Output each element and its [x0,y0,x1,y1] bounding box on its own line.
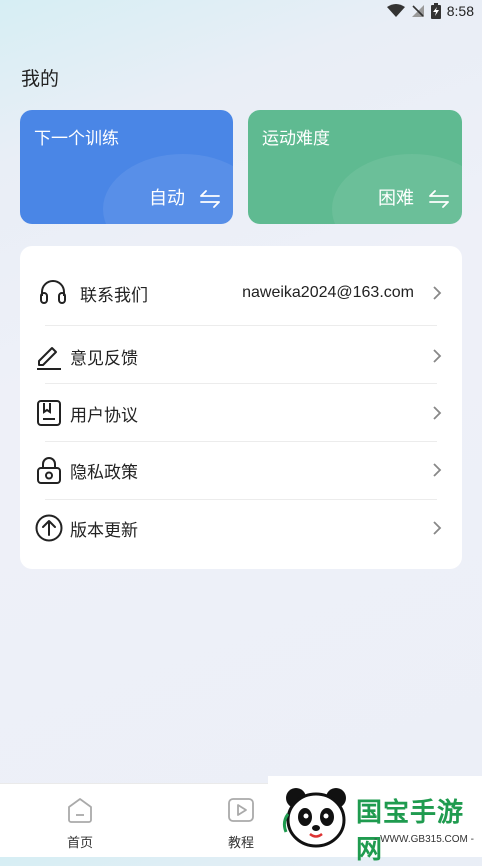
headset-icon [40,280,66,304]
wifi-icon [386,4,405,17]
menu-item-label: 用户协议 [70,405,138,426]
chevron-right-icon [433,521,442,535]
pencil-icon [37,347,61,370]
chevron-right-icon [433,463,442,477]
menu-item-label: 版本更新 [70,520,138,541]
chevron-right-icon [433,286,442,300]
watermark-logo: 国宝手游网 - WWW.GB315.COM - [268,776,482,865]
divider [45,499,437,500]
menu-item-version-update[interactable]: 版本更新 [20,503,462,553]
menu-item-feedback[interactable]: 意见反馈 [20,331,462,381]
menu-item-label: 隐私政策 [70,462,138,483]
watermark-url: - WWW.GB315.COM - [374,834,474,845]
card-value: 困难 [378,188,414,209]
swap-icon[interactable] [199,190,221,208]
panda-logo-icon [282,788,346,848]
status-bar: 8:58 [0,0,482,28]
no-signal-icon [411,5,424,17]
menu-item-contact[interactable]: 联系我们 naweika2024@163.com [20,268,462,318]
chevron-right-icon [433,406,442,420]
status-time: 8:58 [446,3,474,19]
lock-icon [37,457,61,484]
card-value: 自动 [149,188,185,209]
tab-label: 首页 [66,836,93,851]
watermark-text: 国宝手游网 [356,798,465,865]
battery-charging-icon [430,3,441,19]
chevron-right-icon [433,349,442,363]
card-title: 运动难度 [262,129,330,149]
settings-menu: 联系我们 naweika2024@163.com 意见反馈 用户协议 隐私政策 … [20,246,462,569]
contact-email: naweika2024@163.com [242,284,414,301]
menu-item-label: 意见反馈 [70,348,138,369]
play-icon [228,798,254,822]
menu-item-user-agreement[interactable]: 用户协议 [20,388,462,438]
tab-home[interactable]: 首页 [40,784,120,857]
menu-item-label: 联系我们 [80,285,148,306]
card-title: 下一个训练 [34,129,119,149]
status-icons: 8:58 [386,3,474,19]
swap-icon[interactable] [428,190,450,208]
home-icon [68,798,92,823]
agreement-icon [37,400,61,426]
upload-arrow-icon [35,514,63,542]
divider [45,325,437,326]
page-title: 我的 [21,68,60,90]
divider [45,441,437,442]
next-training-card[interactable]: 下一个训练 自动 [20,110,233,224]
divider [45,383,437,384]
menu-item-privacy-policy[interactable]: 隐私政策 [20,445,462,495]
difficulty-card[interactable]: 运动难度 困难 [248,110,462,224]
